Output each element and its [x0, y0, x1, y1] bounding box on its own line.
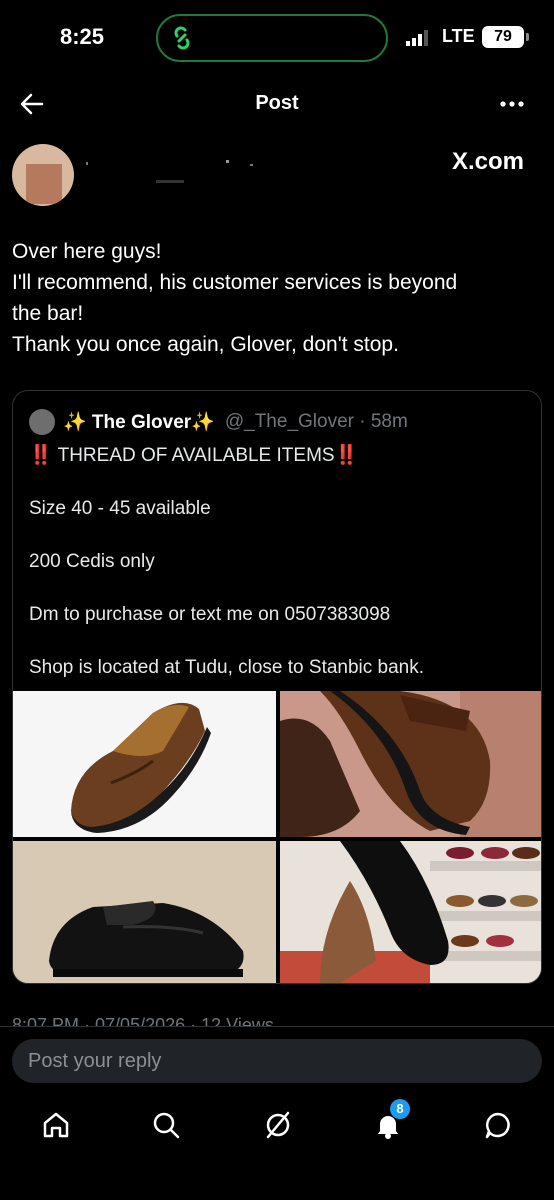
more-options-icon[interactable] — [498, 92, 526, 116]
post-line: I'll recommend, his customer services is… — [12, 271, 458, 294]
signal-icon — [406, 30, 428, 46]
battery-indicator: 79 — [482, 26, 529, 48]
home-icon[interactable] — [40, 1109, 72, 1141]
quoted-line: Size 40 - 45 available — [29, 498, 211, 519]
status-time: 8:25 — [60, 24, 105, 49]
quoted-line: Dm to purchase or text me on 0507383098 — [29, 604, 391, 625]
shoe-photo[interactable] — [280, 691, 541, 837]
shoe-photo[interactable] — [280, 841, 541, 983]
post-timestamp: 8:07 PM · 07/05/2026 · 12 Views — [12, 1015, 274, 1026]
quoted-line: Shop is located at Tudu, close to Stanbi… — [29, 657, 425, 678]
quoted-line: ‼️ THREAD OF AVAILABLE ITEMS‼️ — [29, 445, 359, 466]
source-label[interactable]: X.com — [452, 148, 524, 176]
quoted-post-card[interactable]: ✨ The Glover✨ @_The_Glover · 58m ‼️ THRE… — [12, 390, 542, 984]
avatar[interactable] — [12, 144, 74, 206]
status-bar: 8:25 LTE 79 — [0, 0, 554, 76]
post-line: Thank you once again, Glover, don't stop… — [12, 333, 399, 356]
reply-bar: 8 — [0, 1026, 554, 1200]
grok-icon[interactable] — [262, 1109, 294, 1141]
quoted-line: 200 Cedis only — [29, 551, 155, 572]
network-label: LTE — [442, 26, 475, 46]
quoted-author-name[interactable]: ✨ The Glover✨ — [63, 410, 215, 434]
post-line: Over here guys! — [12, 240, 162, 263]
shoe-photo[interactable] — [13, 691, 276, 837]
quoted-post-text: ‼️ THREAD OF AVAILABLE ITEMS‼️ Size 40 -… — [29, 443, 529, 708]
dynamic-island[interactable] — [156, 14, 388, 62]
bottom-nav: 8 — [0, 1099, 554, 1151]
notification-badge: 8 — [390, 1099, 410, 1119]
notifications-button[interactable]: 8 — [372, 1099, 410, 1141]
post-line: the bar! — [12, 302, 84, 325]
quoted-author-handle: @_The_Glover · 58m — [224, 411, 408, 432]
media-grid — [13, 691, 541, 983]
quoted-author-avatar[interactable] — [29, 409, 55, 435]
shoe-photo[interactable] — [13, 841, 276, 983]
post-header: Post — [0, 76, 554, 132]
messages-icon[interactable] — [482, 1109, 514, 1141]
redacted-author-name — [86, 160, 253, 183]
post-author-row: X.com — [0, 138, 554, 208]
reply-input[interactable] — [12, 1039, 542, 1083]
link-icon — [174, 26, 190, 50]
page-title: Post — [255, 92, 299, 114]
search-icon[interactable] — [150, 1109, 182, 1141]
post-body: Over here guys! I'll recommend, his cust… — [12, 236, 542, 360]
quoted-post-header: ✨ The Glover✨ @_The_Glover · 58m — [29, 409, 408, 435]
